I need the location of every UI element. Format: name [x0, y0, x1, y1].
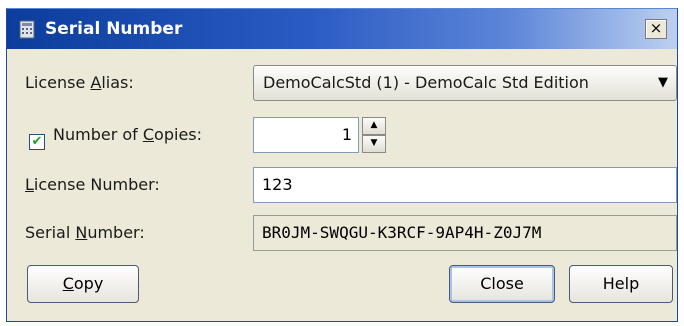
window-title: Serial Number: [45, 19, 183, 39]
license-alias-select[interactable]: DemoCalcStd (1) - DemoCalc Std Edition ▼: [253, 65, 677, 101]
app-icon: [19, 20, 35, 39]
close-button[interactable]: Close: [449, 265, 555, 303]
checkmark-icon: ✔: [31, 134, 43, 149]
chevron-down-icon: ▼: [658, 75, 668, 90]
serial-number-dialog: Serial Number × License Alias: DemoCalcS…: [6, 8, 678, 322]
increment-icon[interactable]: ▲: [362, 117, 386, 135]
license-number-label: License Number:: [25, 175, 160, 194]
serial-number-label: Serial Number:: [25, 223, 145, 242]
title-bar[interactable]: Serial Number ×: [7, 9, 677, 49]
copy-button[interactable]: Copy: [27, 265, 139, 303]
copies-checkbox[interactable]: ✔: [29, 134, 45, 150]
copies-label: Number of Copies:: [53, 125, 203, 144]
copies-input[interactable]: 1: [253, 117, 359, 153]
close-icon[interactable]: ×: [645, 19, 667, 39]
copies-stepper: ▲ ▼: [362, 117, 386, 153]
license-number-input[interactable]: 123: [253, 167, 677, 203]
decrement-icon[interactable]: ▼: [362, 135, 386, 153]
license-alias-label: License Alias:: [25, 73, 134, 92]
serial-number-field[interactable]: BR0JM-SWQGU-K3RCF-9AP4H-Z0J7M: [253, 215, 677, 251]
license-alias-value: DemoCalcStd (1) - DemoCalc Std Edition: [263, 73, 589, 92]
help-button[interactable]: Help: [569, 265, 673, 303]
